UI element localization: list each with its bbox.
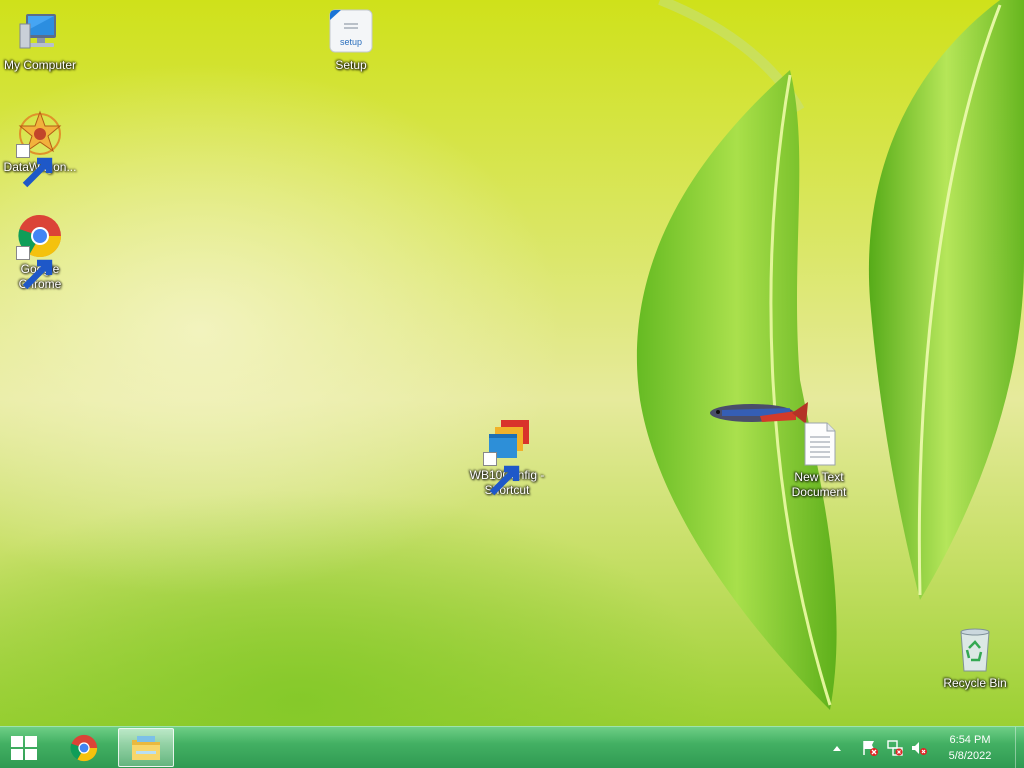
- new-text-document-label: New Text Document: [791, 470, 847, 499]
- folder-icon: [132, 735, 160, 760]
- computer-icon: [19, 14, 56, 49]
- desktop[interactable]: My Computer setup Setup DataWagon... Goo…: [0, 0, 1024, 726]
- network-button[interactable]: [883, 727, 907, 768]
- google-chrome-icon[interactable]: Google Chrome: [0, 212, 80, 292]
- network-icon: [887, 739, 903, 756]
- taskbar-chrome-button[interactable]: [60, 727, 108, 768]
- chevron-up-icon: [833, 745, 841, 751]
- clock[interactable]: 6:54 PM 5/8/2022: [934, 732, 1006, 764]
- windows-logo-icon: [11, 735, 37, 760]
- show-desktop-button[interactable]: [1015, 727, 1024, 768]
- setup-file-icon: setup: [329, 9, 373, 53]
- shortcut-arrow-icon: [16, 246, 53, 290]
- datawagon-icon[interactable]: DataWagon...: [0, 110, 80, 188]
- trash-bin-icon: [960, 628, 990, 672]
- text-file-icon: [804, 422, 836, 466]
- action-center-button[interactable]: [858, 727, 882, 768]
- wb10config-shortcut-icon[interactable]: WB10Config - Shortcut: [467, 418, 547, 498]
- setup-icon[interactable]: setup Setup: [311, 8, 391, 73]
- shortcut-arrow-icon: [16, 144, 53, 188]
- volume-button[interactable]: [907, 727, 931, 768]
- my-computer-label: My Computer: [3, 58, 77, 72]
- svg-text:setup: setup: [340, 37, 362, 47]
- wallpaper-leaves: [636, 0, 1024, 710]
- flag-warning-icon: [863, 740, 878, 756]
- taskbar: 6:54 PM 5/8/2022: [0, 726, 1024, 768]
- shortcut-arrow-icon: [483, 452, 520, 496]
- clock-time: 6:54 PM: [949, 734, 991, 746]
- taskbar-file-explorer-button[interactable]: [118, 728, 174, 767]
- volume-muted-icon: [912, 741, 927, 755]
- my-computer-icon[interactable]: My Computer: [0, 8, 80, 73]
- setup-label: Setup: [335, 58, 367, 72]
- chrome-icon: [70, 734, 98, 761]
- recycle-bin-label: Recycle Bin: [943, 676, 1007, 690]
- recycle-bin-icon[interactable]: Recycle Bin: [935, 626, 1015, 691]
- start-button[interactable]: [0, 727, 48, 768]
- clock-date: 5/8/2022: [948, 750, 992, 762]
- show-hidden-icons-button[interactable]: [828, 727, 846, 768]
- new-text-document-icon[interactable]: New Text Document: [779, 420, 859, 500]
